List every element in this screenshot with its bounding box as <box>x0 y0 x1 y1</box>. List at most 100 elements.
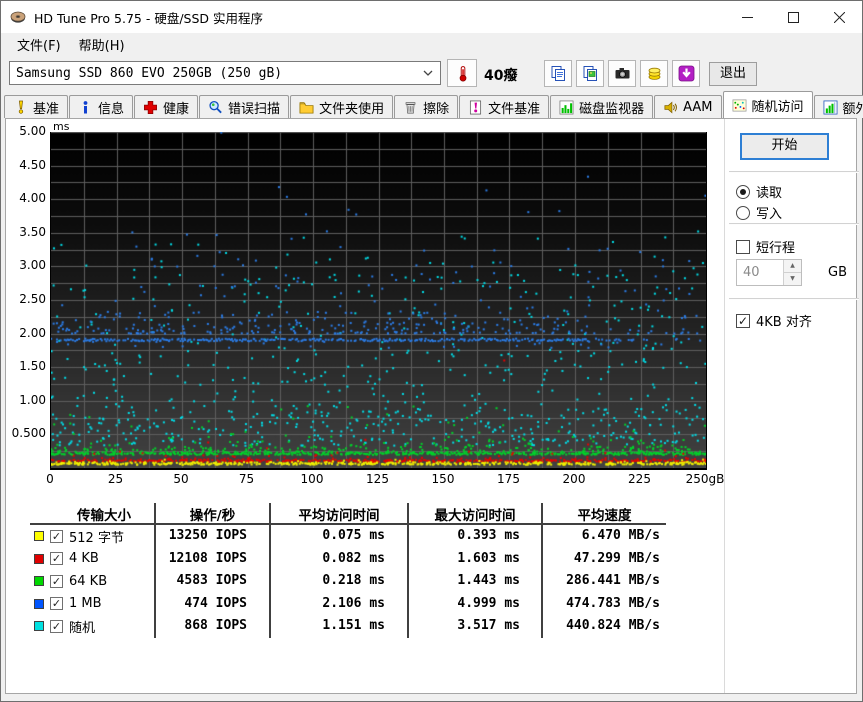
avg-speed-value: 286.441 MB/s <box>566 573 660 588</box>
iops-value: 868 IOPS <box>156 615 271 638</box>
tab-label: 文件夹使用 <box>319 101 385 117</box>
x-axis-tick-label: 200 <box>562 472 586 486</box>
separator <box>729 223 859 225</box>
max-access-value: 1.603 ms <box>409 547 543 570</box>
start-button[interactable]: 开始 <box>740 133 829 160</box>
write-radio[interactable] <box>736 205 750 220</box>
column-header: 平均速度 <box>543 503 666 525</box>
x-axis-tick-label: 250gB <box>685 472 725 486</box>
tab-label: 基准 <box>33 101 60 117</box>
tab-disk-monitor[interactable]: 磁盘监视器 <box>550 95 654 118</box>
iops-value: 13250 IOPS <box>156 525 271 548</box>
y-axis-tick-label: 1.00 <box>19 392 46 407</box>
tab-label: 健康 <box>163 101 190 117</box>
screenshot-button[interactable] <box>608 60 636 87</box>
tab-label: 擦除 <box>423 101 450 117</box>
read-radio-row[interactable]: 读取 <box>736 182 782 201</box>
series-checkbox[interactable]: ✓ <box>50 619 63 633</box>
series-checkbox[interactable]: ✓ <box>50 597 63 611</box>
y-axis-tick-label: 3.50 <box>19 224 46 239</box>
series-color-swatch <box>34 553 44 564</box>
x-axis-tick-label: 125 <box>366 472 389 486</box>
y-axis-tick-label: 3.00 <box>19 258 46 273</box>
trash-icon <box>405 101 416 113</box>
chart-canvas <box>50 132 707 470</box>
spinner-down-button[interactable]: ▼ <box>783 273 801 285</box>
tab-extra-tests[interactable]: 额外测试 <box>813 95 863 118</box>
toolbar: Samsung SSD 860 EVO 250GB (250 gB) 40癈 退… <box>1 56 862 91</box>
short-stroke-size-spinner[interactable]: 40 ▲ ▼ <box>736 259 802 286</box>
separator <box>729 298 859 300</box>
speaker-icon <box>664 101 678 113</box>
tab-error-scan[interactable]: 错误扫描 <box>199 95 290 118</box>
camera-icon <box>615 68 629 79</box>
tab-label: 随机访问 <box>751 99 804 115</box>
minimize-icon <box>741 16 753 18</box>
series-checkbox[interactable]: ✓ <box>50 529 63 543</box>
tab-label: AAM <box>683 99 713 115</box>
x-axis-tick-label: 25 <box>107 472 124 486</box>
tab-health[interactable]: 健康 <box>134 95 199 118</box>
avg-access-value: 0.218 ms <box>271 570 409 593</box>
series-label: 4 KB <box>69 551 99 567</box>
title-bar: HD Tune Pro 5.75 - 硬盘/SSD 实用程序 <box>1 1 862 33</box>
menu-help[interactable]: 帮助(H) <box>70 33 134 56</box>
series-label: 随机 <box>69 620 96 636</box>
close-icon <box>833 11 845 23</box>
save-button[interactable] <box>640 60 668 87</box>
maximize-button[interactable] <box>770 1 816 33</box>
align-4kb-checkbox[interactable]: ✓ <box>736 313 750 328</box>
table-row-legend: ✓ 1 MB <box>30 592 156 615</box>
spinner-up-button[interactable]: ▲ <box>783 260 801 273</box>
minimize-button[interactable] <box>724 1 770 33</box>
temperature-button[interactable] <box>447 59 477 87</box>
close-button[interactable] <box>816 1 862 33</box>
write-radio-label: 写入 <box>756 207 783 222</box>
max-access-value: 1.443 ms <box>409 570 543 593</box>
scatter-icon <box>732 99 746 111</box>
series-checkbox[interactable]: ✓ <box>50 574 63 588</box>
exit-button[interactable]: 退出 <box>709 62 757 86</box>
tab-label: 信息 <box>98 101 125 117</box>
iops-value: 4583 IOPS <box>156 570 271 593</box>
iops-value: 12108 IOPS <box>156 547 271 570</box>
copy-text-icon <box>551 66 565 81</box>
series-label: 64 KB <box>69 573 108 589</box>
coins-icon <box>648 67 660 80</box>
table-row-legend: ✓ 64 KB <box>30 570 156 593</box>
tab-random-access[interactable]: 随机访问 <box>722 91 813 118</box>
thermometer-icon <box>459 65 466 82</box>
tab-info[interactable]: 信息 <box>69 95 134 118</box>
read-radio[interactable] <box>736 184 750 199</box>
results-table: 传输大小 操作/秒 平均访问时间 最大访问时间 平均速度 ✓ 512 字节 13… <box>30 503 666 638</box>
avg-speed-value: 440.824 MB/s <box>566 618 660 633</box>
tab-bar: 基准 信息 健康 错误扫描 文件夹使用 擦除 文件基准 磁盘监视器 AAM 随机… <box>1 91 863 118</box>
y-axis-tick-label: 1.50 <box>19 359 46 374</box>
download-button[interactable] <box>672 60 700 87</box>
separator <box>729 171 859 173</box>
extra-tests-icon <box>823 100 837 114</box>
tab-aam[interactable]: AAM <box>654 95 722 118</box>
avg-access-value: 1.151 ms <box>271 615 409 638</box>
align-4kb-row[interactable]: ✓ 4KB 对齐 <box>736 311 812 330</box>
write-radio-row[interactable]: 写入 <box>736 203 782 222</box>
content-panel: ms 5.00 4.50 4.00 3.50 3.00 2.50 2.00 1.50 1.00 0… <box>5 118 859 694</box>
copy-image-button[interactable] <box>576 60 604 87</box>
menu-file[interactable]: 文件(F) <box>8 33 70 56</box>
short-stroke-row[interactable]: 短行程 <box>736 237 795 256</box>
drive-select[interactable]: Samsung SSD 860 EVO 250GB (250 gB) <box>9 61 441 85</box>
tab-erase[interactable]: 擦除 <box>394 95 459 118</box>
tab-file-benchmark[interactable]: 文件基准 <box>459 95 550 118</box>
tab-benchmark[interactable]: 基准 <box>4 95 69 118</box>
table-row-legend: ✓ 512 字节 <box>30 525 156 548</box>
column-header: 最大访问时间 <box>409 503 543 525</box>
short-stroke-checkbox[interactable] <box>736 239 750 254</box>
align-4kb-label: 4KB 对齐 <box>756 315 812 330</box>
tab-folder-usage[interactable]: 文件夹使用 <box>290 95 394 118</box>
panel-divider <box>724 119 725 693</box>
copy-text-button[interactable] <box>544 60 572 87</box>
series-checkbox[interactable]: ✓ <box>50 552 63 566</box>
avg-access-value: 2.106 ms <box>271 592 409 615</box>
max-access-value: 4.999 ms <box>409 592 543 615</box>
column-header: 传输大小 <box>30 503 156 525</box>
